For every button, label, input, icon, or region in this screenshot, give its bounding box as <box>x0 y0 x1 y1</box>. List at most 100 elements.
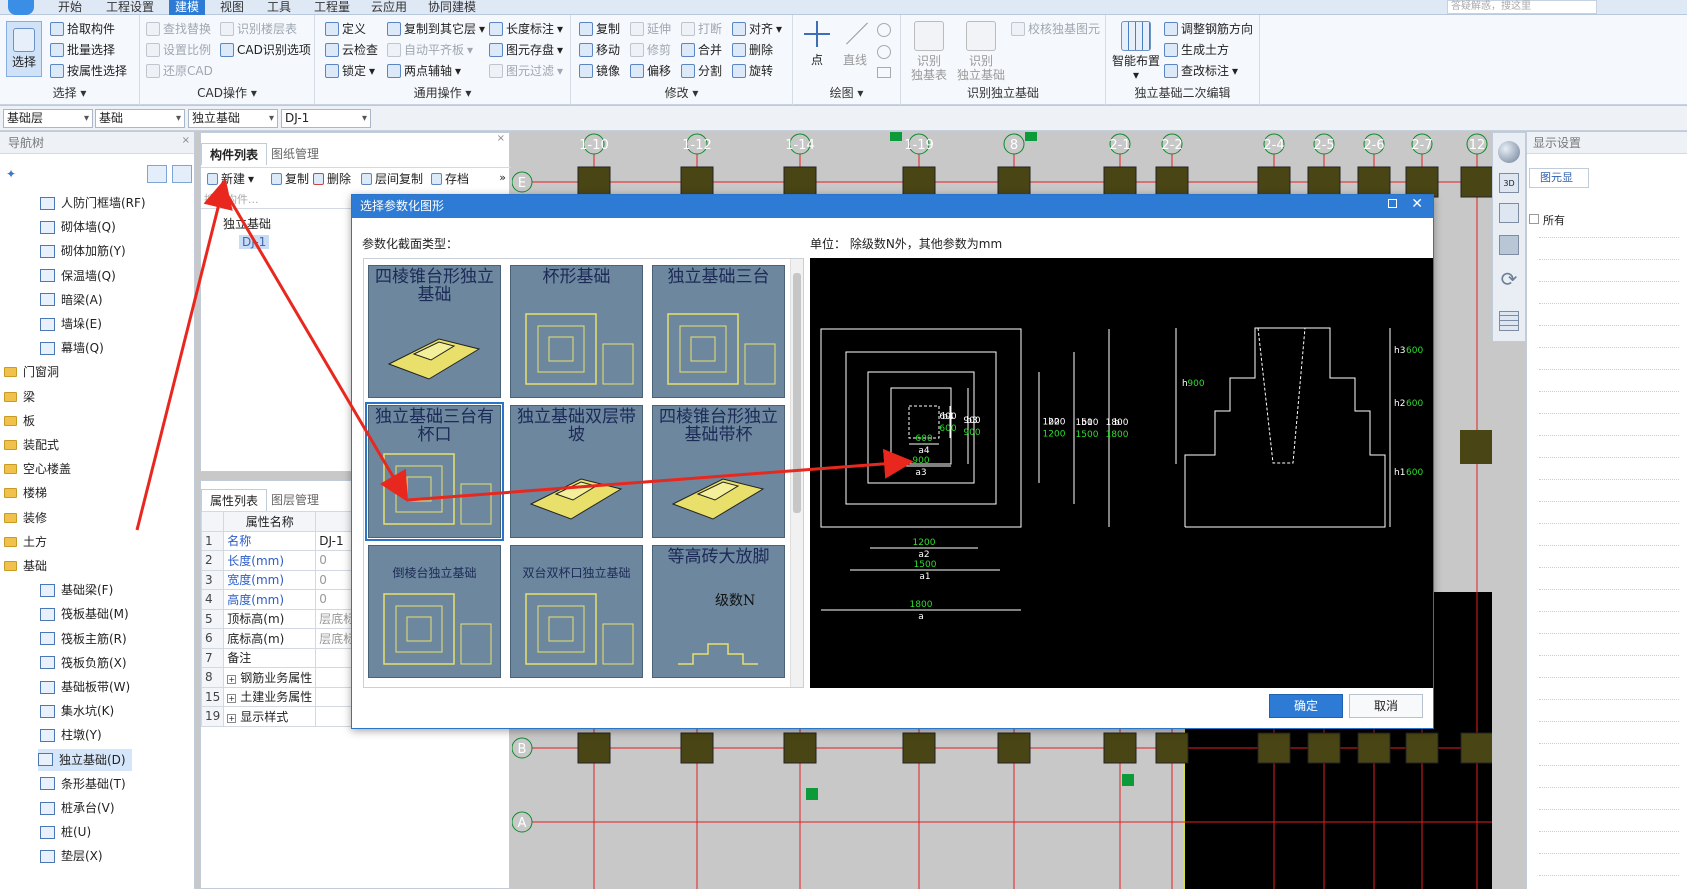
dialog-maximize-icon[interactable] <box>1388 199 1397 208</box>
tab-property-list[interactable]: 属性列表 <box>201 489 268 511</box>
archive-button[interactable]: 存档 <box>431 171 469 187</box>
nav-item[interactable]: 砌体加筋(Y) <box>40 240 126 262</box>
nav-item[interactable]: 桩承台(V) <box>40 797 115 819</box>
more-icon[interactable]: » <box>499 171 506 184</box>
select-button[interactable]: 选择 <box>6 21 42 77</box>
shape-thumb[interactable]: 等高砖大放脚 级数N <box>652 545 785 678</box>
length-mark-button[interactable]: 长度标注 ▾ <box>489 21 563 37</box>
grid-toggle-icon[interactable] <box>1499 311 1519 331</box>
component-group[interactable]: 独立基础 <box>223 215 271 232</box>
shape-thumb[interactable]: 独立基础双层带坡 <box>510 405 643 538</box>
list-view-icon[interactable] <box>147 165 167 183</box>
tab-view[interactable]: 视图 <box>220 0 244 15</box>
nav-item[interactable]: 柱墩(Y) <box>40 724 102 746</box>
rect-icon[interactable] <box>877 67 891 78</box>
expand-icon[interactable]: + <box>227 713 237 723</box>
category-select[interactable]: 基础 <box>95 109 185 128</box>
tab-tools[interactable]: 工具 <box>267 0 291 15</box>
smart-layout-button[interactable]: 智能布置 ▾ <box>1110 21 1162 82</box>
pick-component-button[interactable]: 拾取构件 <box>50 21 115 37</box>
offset-button[interactable]: 偏移 <box>630 63 671 79</box>
nav-item[interactable]: 基础板带(W) <box>40 676 130 698</box>
cube-shaded-icon[interactable] <box>1499 235 1519 255</box>
align-button[interactable]: 对齐 ▾ <box>732 21 782 37</box>
ok-button[interactable]: 确定 <box>1269 694 1343 718</box>
copy-button[interactable]: 复制 <box>579 21 620 37</box>
nav-item[interactable]: 空心楼盖 <box>4 458 71 480</box>
nav-item[interactable]: 基础 <box>4 555 47 577</box>
auto-level-button[interactable]: 自动平齐板 ▾ <box>387 42 473 58</box>
nav-item[interactable]: 土方 <box>4 531 47 553</box>
new-component-button[interactable]: 新建 ▾ <box>207 171 254 187</box>
floor-copy-button[interactable]: 层间复制 <box>361 171 423 187</box>
shape-thumb[interactable]: 倒棱台独立基础 <box>368 545 501 678</box>
nav-item[interactable]: 装修 <box>4 507 47 529</box>
component-item[interactable]: DJ-1 <box>239 235 270 249</box>
split-button[interactable]: 分割 <box>681 63 722 79</box>
break-button[interactable]: 打断 <box>681 21 722 37</box>
set-scale-button[interactable]: 设置比例 <box>146 42 211 58</box>
property-row[interactable]: 19 + 显示样式 <box>200 706 360 727</box>
dialog-close-icon[interactable]: ✕ <box>1411 196 1423 212</box>
component-search-input[interactable]: 搜索构件... <box>201 191 351 209</box>
circle-icon[interactable] <box>877 45 891 59</box>
adjust-rebar-button[interactable]: 调整钢筋方向 <box>1164 21 1253 37</box>
check-base-button[interactable]: 校核独基图元 <box>1011 21 1100 37</box>
cube-icon[interactable] <box>1499 203 1519 223</box>
nav-item[interactable]: 筏板主筋(R) <box>40 628 127 650</box>
property-row[interactable]: 2 长度(mm) 0 <box>200 550 360 571</box>
nav-item[interactable]: 桩(U) <box>40 821 91 843</box>
nav-item[interactable]: 筏板负筋(X) <box>40 652 127 674</box>
element-save-button[interactable]: 图元存盘 ▾ <box>489 42 563 58</box>
arc-icon[interactable] <box>877 23 891 37</box>
tab-component-list[interactable]: 构件列表 <box>201 143 268 165</box>
shape-thumb[interactable]: 双台双杯口独立基础 <box>510 545 643 678</box>
nav-item[interactable]: 集水坑(K) <box>40 700 114 722</box>
component-select[interactable]: DJ-1 <box>281 109 371 128</box>
two-point-axis-button[interactable]: 两点辅轴 ▾ <box>387 63 461 79</box>
property-row[interactable]: 1 名称 DJ-1 <box>200 530 360 551</box>
merge-button[interactable]: 合并 <box>681 42 722 58</box>
floor-select[interactable]: 基础层 <box>3 109 93 128</box>
help-search-input[interactable]: 答疑解惑，搜这里 <box>1447 0 1597 14</box>
display-tab[interactable]: 图元显 <box>1529 168 1589 188</box>
copy-to-floor-button[interactable]: 复制到其它层 ▾ <box>387 21 485 37</box>
nav-item[interactable]: 垫层(X) <box>40 845 103 867</box>
point-button[interactable]: 点 <box>801 21 833 67</box>
nav-close-icon[interactable]: × <box>182 135 190 146</box>
gallery-scroll-thumb[interactable] <box>793 273 801 513</box>
find-replace-button[interactable]: 查找替换 <box>146 21 211 37</box>
recognize-floor-table-button[interactable]: 识别楼层表 <box>220 21 297 37</box>
cloud-check-button[interactable]: 云检查 <box>325 42 378 58</box>
shape-thumb[interactable]: 独立基础三台有杯口 <box>365 402 504 541</box>
nav-item[interactable]: 人防门框墙(RF) <box>40 192 146 214</box>
grid-view-icon[interactable] <box>172 165 192 183</box>
nav-item[interactable]: 条形基础(T) <box>40 773 126 795</box>
nav-item[interactable]: 墙垛(E) <box>40 313 102 335</box>
shape-thumb[interactable]: 独立基础三台 <box>652 265 785 398</box>
expand-icon[interactable]: + <box>227 674 237 684</box>
define-button[interactable]: 定义 <box>325 21 366 37</box>
tab-project-settings[interactable]: 工程设置 <box>106 0 154 15</box>
nav-item[interactable]: 暗梁(A) <box>40 289 103 311</box>
type-select[interactable]: 独立基础 <box>188 109 278 128</box>
nav-item[interactable]: 装配式 <box>4 434 59 456</box>
property-row[interactable]: 8 + 钢筋业务属性 <box>200 667 360 688</box>
tab-quantity[interactable]: 工程量 <box>314 0 350 15</box>
app-logo[interactable] <box>8 0 34 15</box>
extend-button[interactable]: 延伸 <box>630 21 671 37</box>
property-row[interactable]: 15 + 土建业务属性 <box>200 686 360 707</box>
refresh-icon[interactable]: ⟳ <box>1498 269 1520 291</box>
property-row[interactable]: 3 宽度(mm) 0 <box>200 569 360 590</box>
all-checkbox-row[interactable]: 所有 <box>1529 212 1565 228</box>
nav-item[interactable]: 板 <box>4 410 35 432</box>
property-row[interactable]: 4 高度(mm) 0 <box>200 589 360 610</box>
nav-item[interactable]: 砌体墙(Q) <box>40 216 116 238</box>
cad-options-button[interactable]: CAD识别选项 <box>220 42 311 58</box>
move-button[interactable]: 移动 <box>579 42 620 58</box>
shape-thumb[interactable]: 四棱锥台形独立基础 <box>368 265 501 398</box>
cancel-button[interactable]: 取消 <box>1349 694 1423 718</box>
globe-icon[interactable] <box>1498 141 1520 163</box>
nav-item[interactable]: 梁 <box>4 386 35 408</box>
recognize-base-table-button[interactable]: 识别 独基表 <box>907 21 951 82</box>
